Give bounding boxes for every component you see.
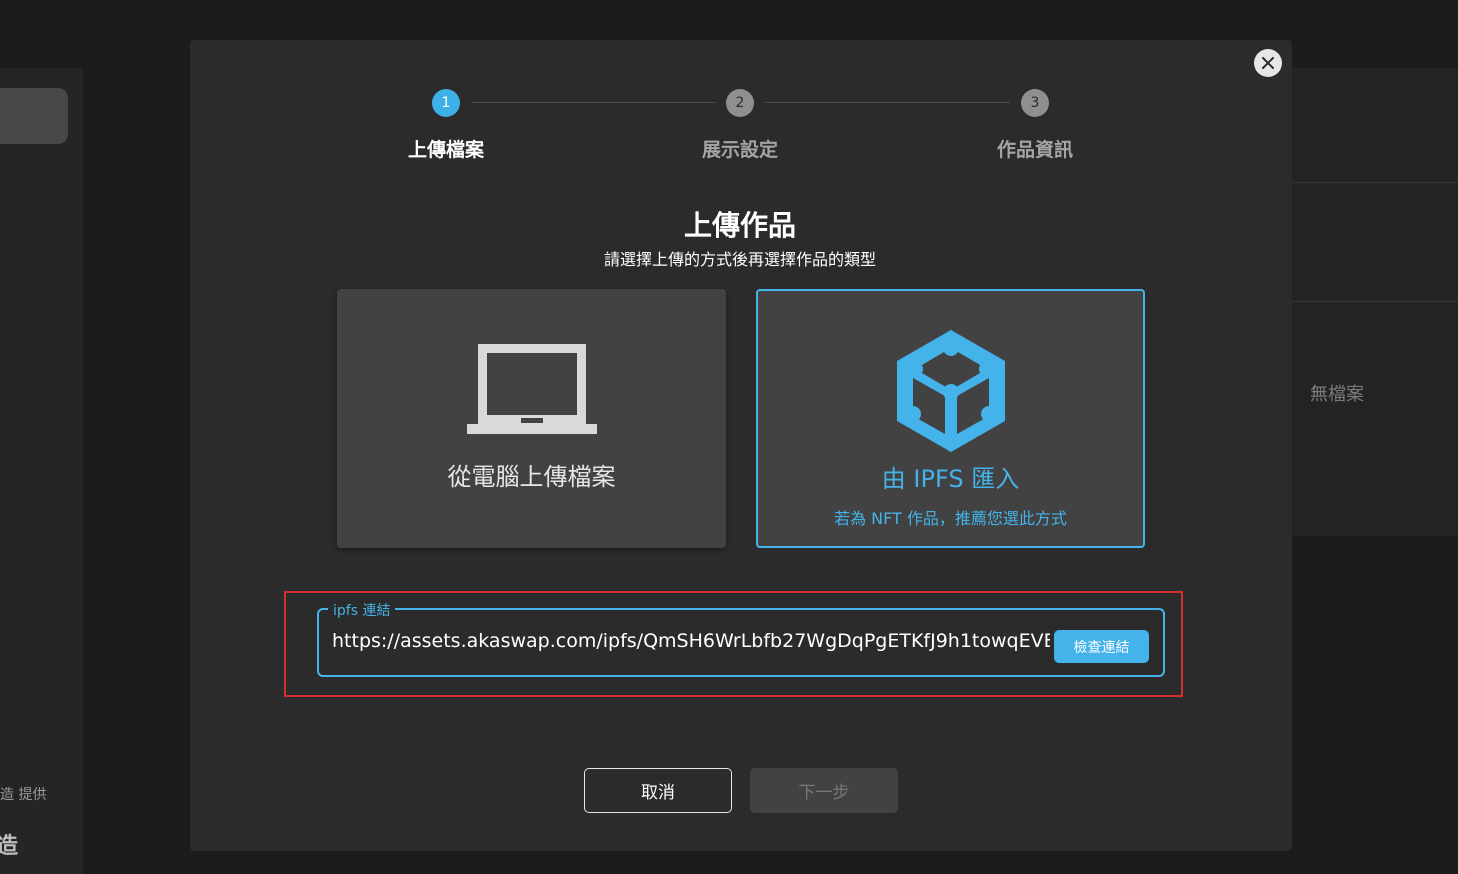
step-3-indicator: 3 [1021, 89, 1049, 117]
ipfs-cube-icon [897, 330, 1005, 452]
background-sidebar-item [0, 88, 68, 144]
stepper-connector [765, 102, 1010, 103]
close-button[interactable] [1254, 49, 1282, 77]
import-from-ipfs-label: 由 IPFS 匯入 [881, 465, 1020, 493]
cancel-button[interactable]: 取消 [584, 768, 732, 813]
check-link-button[interactable]: 檢查連結 [1054, 630, 1149, 663]
background-right-panel [1292, 68, 1458, 536]
background-credit-text: 造 提供 [0, 787, 47, 803]
next-step-button[interactable]: 下一步 [750, 768, 898, 813]
step-1-indicator: 1 [432, 89, 460, 117]
background-divider [1292, 182, 1458, 183]
background-empty-state-text: 無檔案 [1310, 384, 1364, 405]
laptop-icon [467, 344, 597, 434]
step-1-label: 上傳檔案 [407, 139, 484, 161]
modal-subtitle: 請選擇上傳的方式後再選擇作品的類型 [603, 250, 876, 269]
ipfs-link-legend: ipfs 連結 [328, 600, 396, 620]
stepper-connector [472, 102, 716, 103]
close-icon [1262, 57, 1274, 69]
background-sidebar [0, 68, 83, 874]
upload-from-computer-card[interactable]: 從電腦上傳檔案 [337, 289, 726, 548]
modal-title: 上傳作品 [683, 209, 796, 242]
step-2-label: 展示設定 [701, 139, 778, 161]
import-from-ipfs-card[interactable]: 由 IPFS 匯入 若為 NFT 作品，推薦您選此方式 [756, 289, 1145, 548]
ipfs-link-input[interactable] [332, 630, 1050, 652]
step-3-label: 作品資訊 [996, 139, 1073, 161]
background-divider [1292, 301, 1458, 302]
import-from-ipfs-hint: 若為 NFT 作品，推薦您選此方式 [834, 509, 1067, 528]
step-2-indicator: 2 [726, 89, 754, 117]
background-heading-fragment: 造 [0, 834, 19, 859]
upload-from-computer-label: 從電腦上傳檔案 [447, 463, 616, 491]
